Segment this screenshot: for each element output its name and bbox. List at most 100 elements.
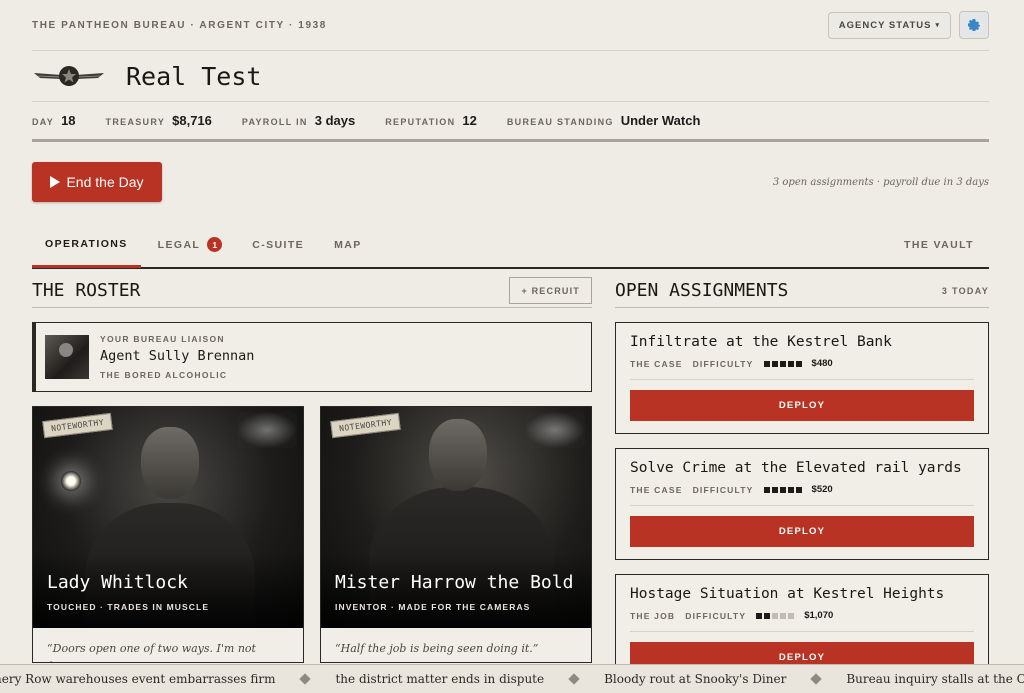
gear-icon — [968, 19, 980, 31]
stat-value: 18 — [61, 113, 76, 128]
difficulty-label: DIFFICULTY — [685, 610, 747, 621]
assignment-card: Solve Crime at the Elevated rail yards T… — [615, 448, 989, 560]
agency-status-button[interactable]: AGENCY STATUS ▾ — [827, 11, 951, 39]
agent-name: Lady Whitlock — [47, 572, 188, 593]
agent-portrait — [321, 407, 591, 628]
agency-status-label: AGENCY STATUS — [838, 19, 932, 31]
assignment-type: THE JOB — [630, 610, 676, 621]
difficulty-pip-filled — [771, 360, 778, 367]
agent-name: Mister Harrow the Bold — [335, 572, 574, 593]
neon-sign — [525, 412, 585, 448]
end-day-label: End the Day — [66, 174, 144, 190]
tab-label: MAP — [334, 238, 362, 251]
difficulty-pip-filled — [787, 360, 794, 367]
liaison-trait: THE BORED ALCOHOLIC — [100, 370, 228, 380]
liaison-portrait — [45, 335, 89, 379]
assignments-title: OPEN ASSIGNMENTS — [615, 280, 789, 301]
caret-down-icon: ▾ — [935, 22, 940, 29]
play-icon — [50, 176, 61, 188]
ticker-item: Bureau inquiry stalls at the Old I — [846, 672, 1024, 686]
difficulty-pip-filled — [771, 486, 778, 493]
roster-panel: THE ROSTER + RECRUIT YOUR BUREAU LIAISON… — [32, 274, 592, 663]
agency-kicker: THE PANTHEON BUREAU · ARGENT CITY · 1938 — [32, 19, 327, 31]
tab-vault[interactable]: THE VAULT — [891, 222, 987, 267]
recruit-button[interactable]: + RECRUIT — [509, 277, 592, 304]
agent-quote: “Doors open one of two ways. I'm not fus… — [47, 642, 256, 662]
stat-reputation: REPUTATION 12 — [385, 113, 477, 128]
difficulty-pip-filled — [779, 360, 786, 367]
agent-card[interactable]: NOTEWORTHY Lady Whitlock TOUCHED · TRADE… — [32, 406, 304, 663]
notification-badge: 1 — [207, 237, 223, 252]
figure-head — [141, 427, 199, 499]
title-row: Real Test — [32, 51, 989, 102]
difficulty-pip-filled — [756, 612, 763, 619]
difficulty-meter — [763, 360, 802, 367]
news-ticker: nery Row warehouses event embarrasses fi… — [0, 664, 1024, 693]
stat-value: $8,716 — [172, 113, 212, 128]
difficulty-meter — [756, 612, 795, 619]
difficulty-pip-filled — [795, 486, 802, 493]
difficulty-pip-empty — [788, 612, 795, 619]
roster-header: THE ROSTER + RECRUIT — [32, 274, 592, 308]
stat-value: Under Watch — [620, 113, 701, 128]
stat-value: 12 — [462, 113, 477, 128]
ticker-item: nery Row warehouses event embarrasses fi… — [0, 672, 276, 686]
liaison-card[interactable]: YOUR BUREAU LIAISON Agent Sully Brennan … — [32, 322, 592, 392]
difficulty-pip-filled — [795, 360, 802, 367]
stat-label: TREASURY — [105, 117, 166, 127]
tab-label: LEGAL — [157, 238, 201, 251]
assignments-header: OPEN ASSIGNMENTS 3 TODAY — [615, 274, 989, 308]
difficulty-meter — [763, 486, 802, 493]
settings-button[interactable] — [959, 11, 989, 39]
stat-standing: BUREAU STANDING Under Watch — [507, 113, 701, 128]
assignment-meta: THE CASE DIFFICULTY $480 — [630, 358, 974, 380]
agent-tags: TOUCHED · TRADES IN MUSCLE — [47, 602, 210, 612]
assignment-type: THE CASE — [630, 358, 683, 369]
stat-treasury: TREASURY $8,716 — [106, 113, 212, 128]
liaison-kicker: YOUR BUREAU LIAISON — [100, 334, 225, 344]
assignments-panel: OPEN ASSIGNMENTS 3 TODAY Infiltrate at t… — [615, 274, 989, 686]
main-tabs: OPERATIONS LEGAL 1 C-SUITE MAP THE VAULT — [32, 222, 989, 269]
stat-label: DAY — [32, 117, 55, 127]
deploy-button[interactable]: DEPLOY — [630, 390, 974, 421]
tab-legal[interactable]: LEGAL 1 — [145, 222, 236, 267]
tab-operations[interactable]: OPERATIONS — [32, 223, 141, 268]
stat-payroll: PAYROLL IN 3 days — [242, 113, 355, 128]
top-bar: THE PANTHEON BUREAU · ARGENT CITY · 1938… — [32, 0, 989, 51]
diamond-separator-icon — [810, 673, 823, 685]
deploy-button[interactable]: DEPLOY — [630, 516, 974, 547]
tab-map[interactable]: MAP — [321, 222, 375, 267]
tab-label: OPERATIONS — [45, 238, 128, 250]
diamond-separator-icon — [299, 673, 312, 685]
agent-card[interactable]: NOTEWORTHY Mister Harrow the Bold INVENT… — [320, 406, 592, 663]
roster-cards: NOTEWORTHY Lady Whitlock TOUCHED · TRADE… — [32, 406, 592, 663]
tab-csuite[interactable]: C-SUITE — [239, 222, 317, 267]
stat-label: BUREAU STANDING — [506, 117, 614, 127]
stat-label: PAYROLL IN — [241, 117, 308, 127]
assignment-meta: THE CASE DIFFICULTY $520 — [630, 484, 974, 506]
stats-bar: DAY 18 TREASURY $8,716 PAYROLL IN 3 days RE… — [32, 102, 989, 142]
status-hint: 3 open assignments · payroll due in 3 da… — [772, 176, 989, 188]
assignment-pay: $480 — [811, 358, 833, 369]
difficulty-pip-empty — [772, 612, 779, 619]
difficulty-pip-filled — [779, 486, 786, 493]
ticker-item: the district matter ends in dispute — [335, 672, 545, 686]
assignments-count: 3 TODAY — [941, 285, 989, 296]
diamond-separator-icon — [568, 673, 580, 685]
assignment-type: THE CASE — [630, 484, 683, 495]
assignment-pay: $520 — [811, 484, 833, 495]
agent-portrait — [33, 407, 303, 628]
assignment-title: Solve Crime at the Elevated rail yards — [630, 460, 962, 476]
agent-tags: INVENTOR · MADE FOR THE CAMERAS — [335, 602, 531, 612]
tab-label: C-SUITE — [252, 238, 305, 251]
difficulty-pip-filled — [763, 486, 770, 493]
stat-value: 3 days — [314, 113, 356, 128]
ticker-item: Bloody rout at Snooky's Diner — [604, 672, 787, 686]
end-day-button[interactable]: End the Day — [32, 162, 162, 202]
difficulty-pip-filled — [764, 612, 771, 619]
liaison-name: Agent Sully Brennan — [100, 348, 255, 364]
figure-head — [429, 419, 487, 491]
difficulty-pip-filled — [787, 486, 794, 493]
stat-day: DAY 18 — [32, 113, 76, 128]
roster-title: THE ROSTER — [32, 280, 141, 301]
